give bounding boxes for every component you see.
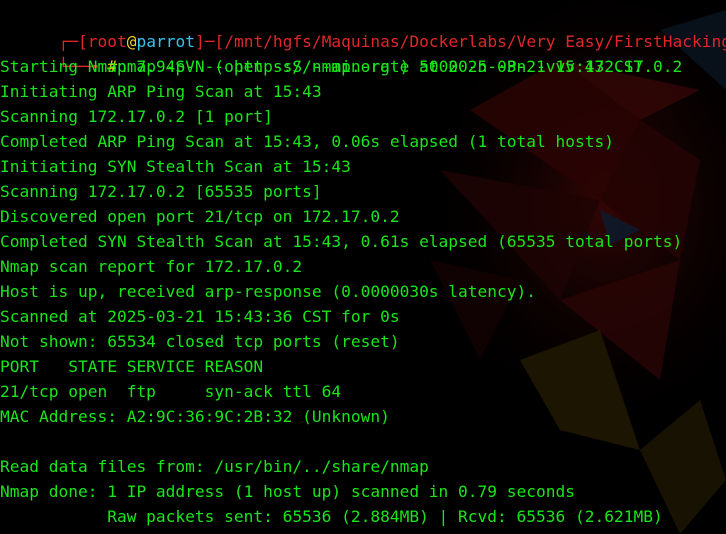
output-line: MAC Address: A2:9C:36:9C:2B:32 (Unknown) — [0, 407, 390, 426]
port-table-header: PORT STATE SERVICE REASON — [0, 357, 264, 376]
output-line: Completed ARP Ping Scan at 15:43, 0.06s … — [0, 132, 614, 151]
output-line: Nmap done: 1 IP address (1 host up) scan… — [0, 482, 575, 501]
command-line[interactable]: └──╼ #nmap -p- --open -sS --min-rate 500… — [0, 29, 682, 76]
terminal-window[interactable]: ┌─[root@parrot]─[/mnt/hgfs/Maquinas/Dock… — [0, 0, 726, 534]
port-table-row: 21/tcp open ftp syn-ack ttl 64 — [0, 382, 342, 401]
output-line: Scanned at 2025-03-21 15:43:36 CST for 0… — [0, 307, 400, 326]
prompt-line: ┌─[root@parrot]─[/mnt/hgfs/Maquinas/Dock… — [0, 4, 726, 51]
output-line: Initiating ARP Ping Scan at 15:43 — [0, 82, 322, 101]
output-line: Not shown: 65534 closed tcp ports (reset… — [0, 332, 400, 351]
output-line: Nmap scan report for 172.17.0.2 — [0, 257, 303, 276]
output-line: Discovered open port 21/tcp on 172.17.0.… — [0, 207, 400, 226]
output-line: Initiating SYN Stealth Scan at 15:43 — [0, 157, 351, 176]
output-line: Host is up, received arp-response (0.000… — [0, 282, 537, 301]
output-line: Completed SYN Stealth Scan at 15:43, 0.6… — [0, 232, 683, 251]
output-line: Scanning 172.17.0.2 [1 port] — [0, 107, 273, 126]
output-line: Raw packets sent: 65536 (2.884MB) | Rcvd… — [0, 507, 663, 526]
output-line: Read data files from: /usr/bin/../share/… — [0, 457, 429, 476]
output-line: Starting Nmap 7.94SVN ( https://nmap.org… — [0, 57, 644, 76]
output-line: Scanning 172.17.0.2 [65535 ports] — [0, 182, 322, 201]
